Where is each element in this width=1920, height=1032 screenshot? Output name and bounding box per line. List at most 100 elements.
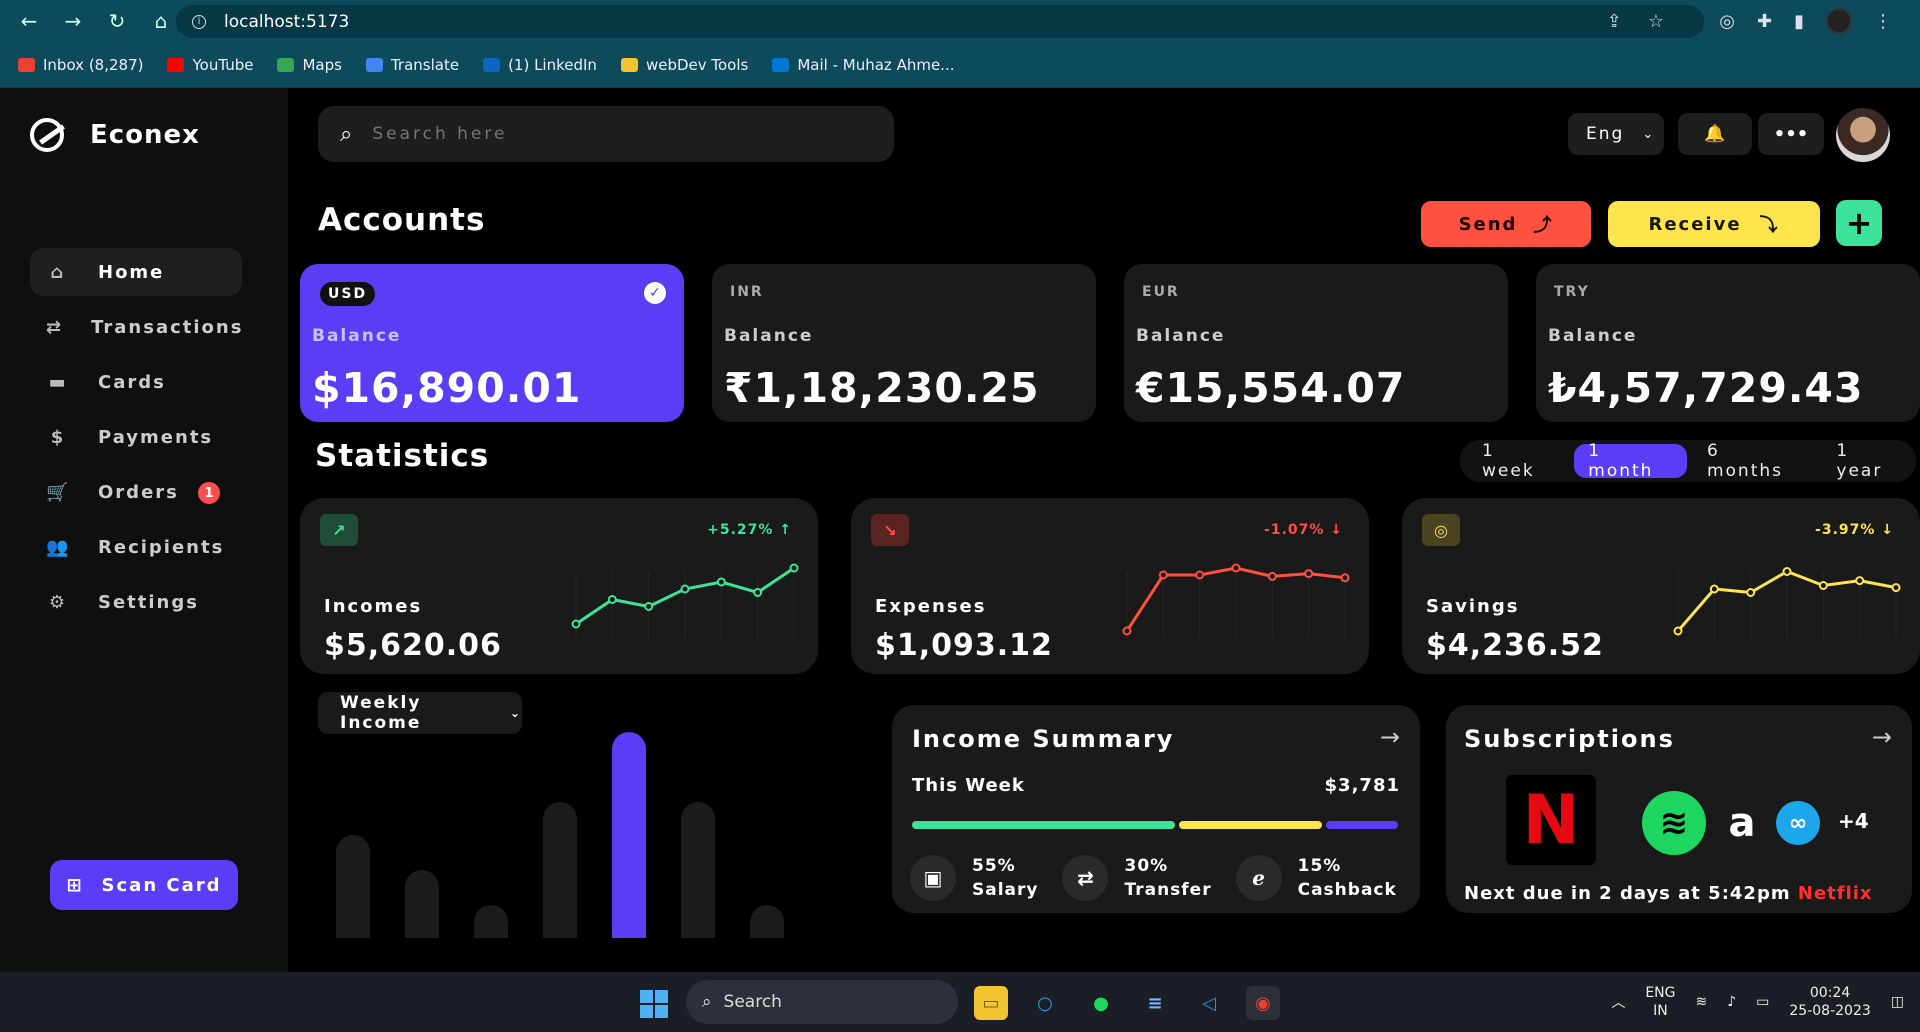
bookmark-item[interactable]: Inbox (8,287) [18,56,143,74]
income-summary-card: Income Summary → This Week $3,781 ▣ 55% Sa… [892,705,1420,913]
clock[interactable]: 00:24 25-08-2023 [1789,984,1870,1020]
weekly-bar[interactable] [681,802,715,938]
account-card-usd[interactable]: USD Balance $16,890.01 ✓ [300,264,684,422]
netflix-logo[interactable]: N [1506,775,1596,865]
notifications-button[interactable]: 🔔 [1678,113,1752,155]
back-icon[interactable]: ← [18,9,40,33]
clock-date: 25-08-2023 [1789,1003,1871,1019]
sidebar-item-label: Home [98,261,165,283]
add-account-button[interactable]: + [1836,200,1882,246]
stat-label: Savings [1426,596,1520,617]
puzzle-icon[interactable]: ✚ [1757,11,1772,32]
notification-icon[interactable]: ◫ [1891,994,1904,1010]
url-text[interactable]: localhost:5173 [224,12,349,32]
bookmark-item[interactable]: YouTube [167,56,253,74]
notepad-icon[interactable]: ≡ [1138,986,1172,1020]
sidebar-item-recipients[interactable]: 👥 Recipients [30,523,242,571]
account-card-try[interactable]: TRY Balance ₺4,57,729.43 [1536,264,1920,422]
weekly-bar[interactable] [474,905,508,938]
sidebar-item-payments[interactable]: $ Payments [30,413,242,461]
brand[interactable]: Econex [30,118,200,152]
weekly-bar[interactable] [336,835,370,938]
volume-icon[interactable]: ♪ [1727,994,1736,1010]
weekly-bar[interactable] [750,905,784,938]
more-button[interactable]: ••• [1758,113,1824,155]
income-progress [912,821,1402,829]
tab-1-year[interactable]: 1 year [1822,441,1916,481]
breakdown-label: Cashback [1297,880,1397,900]
bookmark-label: (1) LinkedIn [508,55,597,74]
account-card-inr[interactable]: INR Balance ₹1,18,230.25 [712,264,1096,422]
amazon-logo[interactable]: a [1710,791,1774,855]
sparkline-point [644,602,654,611]
income-period: This Week [912,775,1025,796]
file-explorer-icon[interactable]: ▭ [974,986,1008,1020]
tab-1-week[interactable]: 1 week [1468,441,1568,481]
menu-icon[interactable]: ⋮ [1874,11,1892,32]
trending-up-icon: ↗ [320,514,358,546]
more-subscriptions[interactable]: +4 [1838,809,1869,833]
stat-card-expenses[interactable]: ↘ -1.07% ↓ Expenses $1,093.12 [851,498,1369,674]
forward-icon[interactable]: → [62,9,84,33]
stat-card-savings[interactable]: ◎ -3.97% ↓ Savings $4,236.52 [1402,498,1920,674]
breakdown-salary[interactable]: ▣ 55% Salary [910,855,1038,901]
site-info-icon[interactable]: i [192,14,206,29]
breakdown-transfer[interactable]: ⇄ 30% Transfer [1062,855,1211,901]
chevron-up-icon[interactable]: ︿ [1611,992,1625,1012]
tab-1-month[interactable]: 1 month [1574,441,1687,481]
battery-icon[interactable]: ▭ [1756,994,1769,1010]
account-card-eur[interactable]: EUR Balance €15,554.07 [1124,264,1508,422]
arrow-right-icon[interactable]: → [1380,723,1400,751]
next-due-service[interactable]: Netflix [1798,883,1873,904]
chevron-down-icon: ⌄ [1642,126,1656,142]
star-icon[interactable]: ☆ [1648,11,1664,32]
weekly-bar[interactable] [405,870,439,938]
bookmark-item[interactable]: Maps [277,56,342,74]
bookmark-item[interactable]: webDev Tools [620,56,748,74]
currency-code: USD [320,282,376,306]
sidebar-item-transactions[interactable]: ⇄ Transactions [30,303,242,351]
dollar-icon: $ [50,426,66,448]
breakdown-cashback[interactable]: ℯ 15% Cashback [1235,855,1397,901]
bookmark-item[interactable]: (1) LinkedIn [483,56,597,74]
trending-down-icon: ↘ [871,514,909,546]
receive-button[interactable]: Receive ⤵ [1608,201,1820,247]
address-bar[interactable]: i localhost:5173 ⇪ ☆ [176,5,1704,38]
bookmark-item[interactable]: Mail - Muhaz Ahme... [772,56,954,74]
send-button[interactable]: Send ⤴ [1421,201,1591,247]
sidebar-item-cards[interactable]: ▬ Cards [30,358,242,406]
arrow-right-icon[interactable]: → [1872,723,1892,751]
bookmark-item[interactable]: Translate [365,55,460,74]
language-select[interactable]: Eng ⌄ [1568,113,1664,155]
sidebar-item-orders[interactable]: 🛒 Orders 1 [30,468,242,516]
spotify-logo[interactable]: ≋ [1642,791,1706,855]
profile-icon[interactable] [1826,8,1852,34]
sidepanel-icon[interactable]: ▮ [1794,11,1804,32]
bookmark-label: Translate [390,55,460,74]
weekly-bar[interactable] [612,732,646,938]
bookmark-icon [620,57,638,72]
extension-icon[interactable]: ◎ [1719,11,1735,32]
weekly-bar[interactable] [543,802,577,938]
scan-card-button[interactable]: ⊞ Scan Card [50,860,238,910]
language-indicator[interactable]: ENG IN [1645,984,1675,1020]
share-icon[interactable]: ⇪ [1607,11,1622,32]
avatar[interactable] [1836,108,1890,162]
search-input[interactable] [372,124,833,144]
vscode-icon[interactable]: ◁ [1192,986,1226,1020]
stat-card-incomes[interactable]: ↗ +5.27% ↑ Incomes $5,620.06 [300,498,818,674]
cortana-icon[interactable]: ○ [1028,986,1062,1020]
sidebar-item-settings[interactable]: ⚙ Settings [30,578,242,626]
progress-segment-cashback [1326,821,1398,829]
tab-6-months[interactable]: 6 months [1693,441,1816,481]
weekly-income-select[interactable]: Weekly Income ⌄ [318,692,522,734]
taskbar-search[interactable]: ⌕ Search [686,980,958,1024]
chrome-icon[interactable]: ◉ [1246,986,1280,1020]
spotify-icon[interactable]: ● [1084,986,1118,1020]
home-icon[interactable]: ⌂ [150,9,172,33]
wifi-icon[interactable]: ≋ [1695,994,1707,1010]
sidebar-item-home[interactable]: ⌂ Home [30,248,242,296]
reload-icon[interactable]: ↻ [106,9,128,33]
windows-start-icon[interactable] [640,990,668,1018]
cloud-logo[interactable]: ∞ [1776,801,1820,845]
